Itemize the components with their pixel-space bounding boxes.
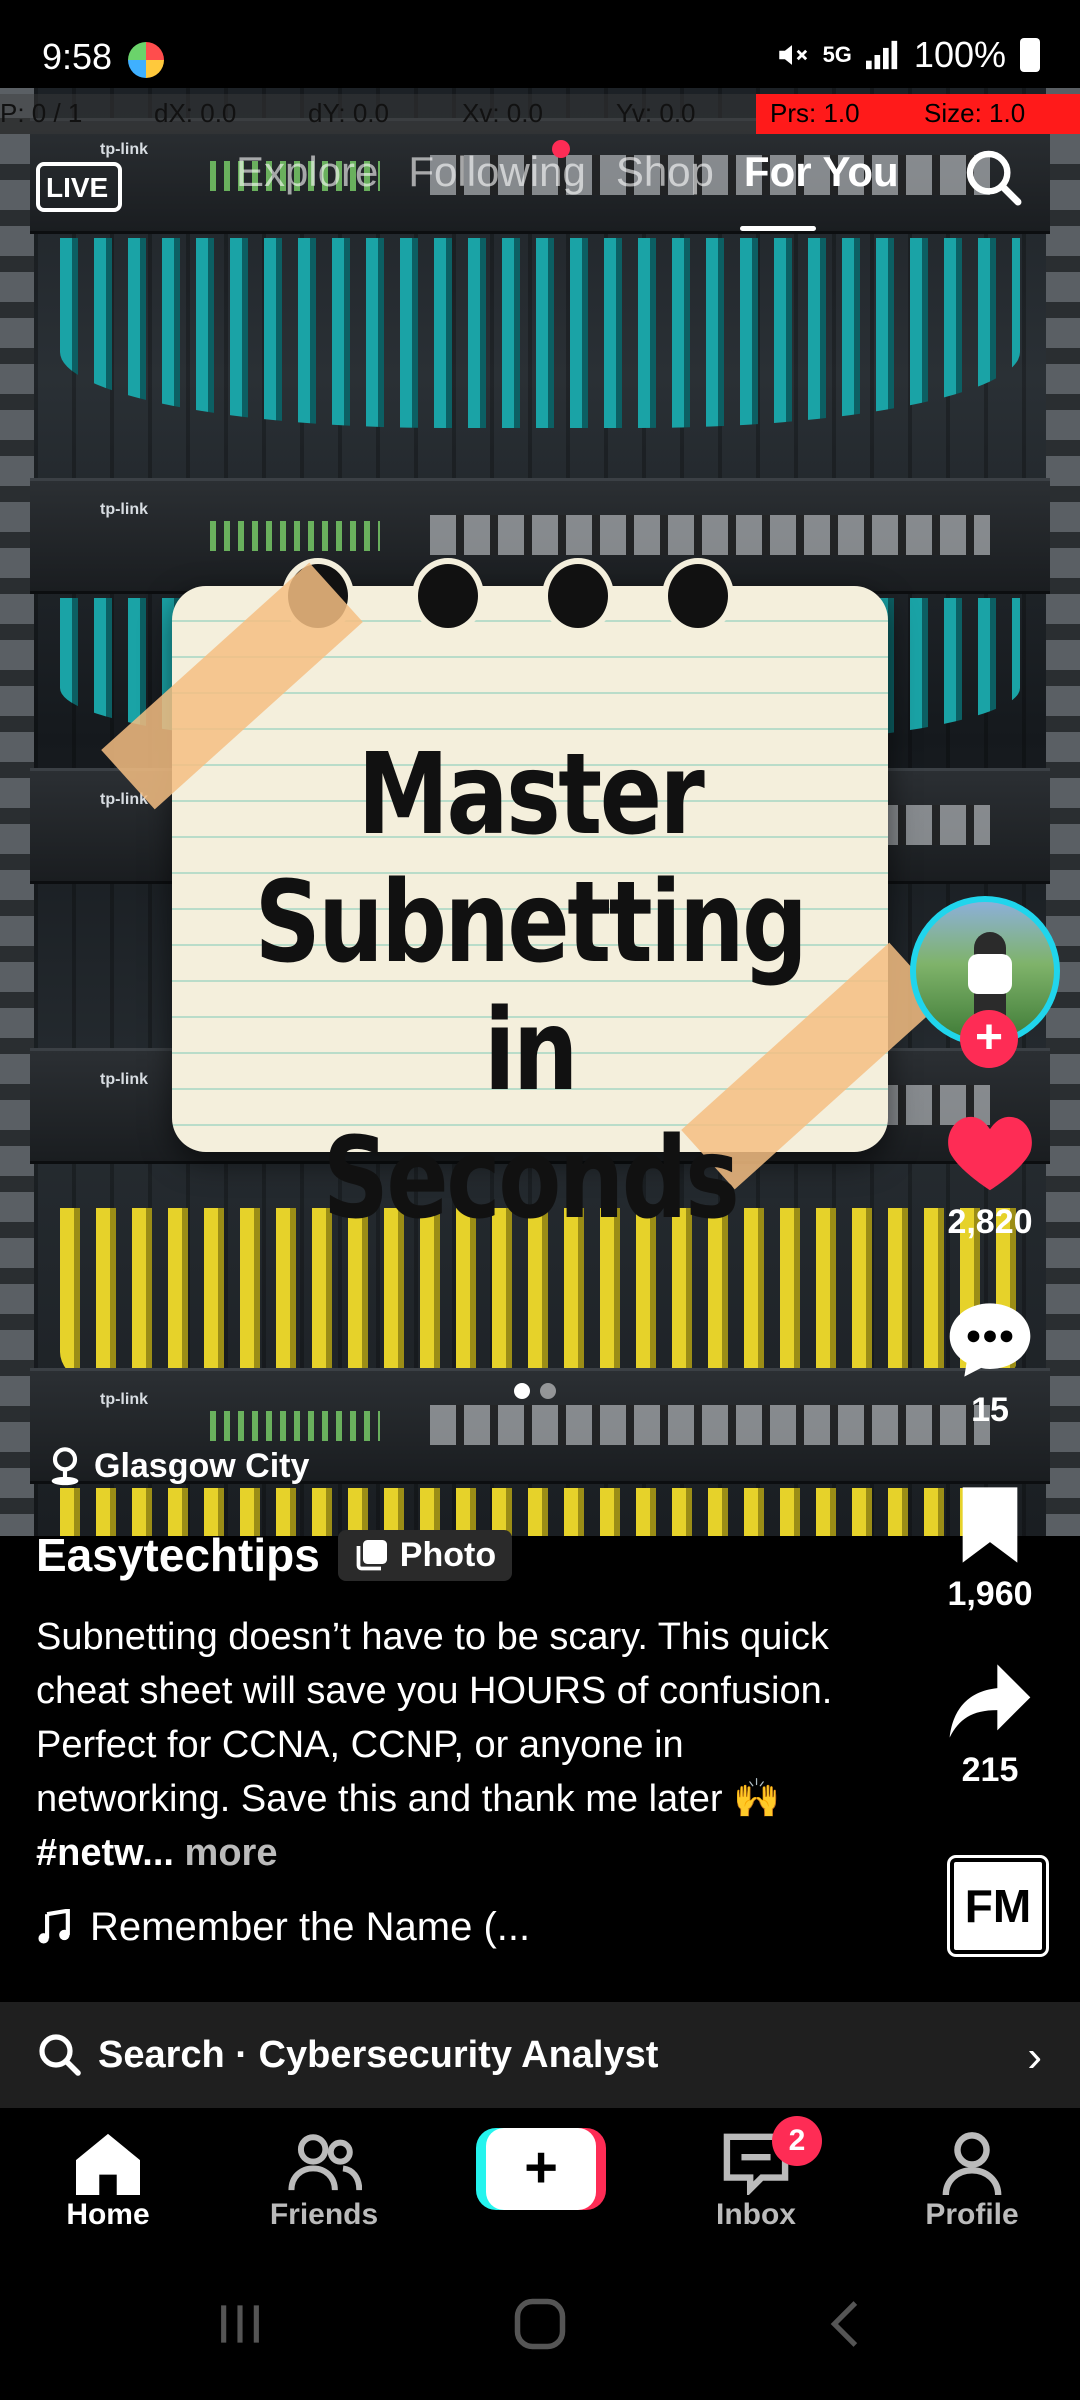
debug-pointer: P: 0 / 1 — [0, 98, 83, 128]
caption-hashtag[interactable]: #netw... — [36, 1832, 174, 1874]
pointer-debug-overlay: P: 0 / 1 dX: 0.0 dY: 0.0 Xv: 0.0 Yv: 0.0… — [0, 94, 1080, 134]
friends-icon — [288, 2134, 362, 2191]
back-icon[interactable] — [818, 2296, 874, 2352]
rack-rail-left — [0, 88, 34, 1536]
related-search-bar[interactable]: Search · Cybersecurity Analyst › — [0, 2002, 1080, 2108]
nav-home-label: Home — [66, 2198, 150, 2231]
photo-chip-label: Photo — [399, 1535, 497, 1574]
location-tag[interactable]: Glasgow City — [48, 1446, 309, 1486]
clock: 9:58 — [42, 36, 113, 77]
post-caption[interactable]: Subnetting doesn’t have to be scary. Thi… — [36, 1610, 856, 1880]
debug-dx: dX: 0.0 — [154, 98, 237, 128]
share-arrow-icon — [949, 1664, 1031, 1738]
signal-icon — [865, 40, 898, 70]
sound-disc-icon[interactable]: FM — [950, 1858, 1046, 1954]
like-count: 2,820 — [947, 1203, 1033, 1241]
save-button[interactable]: 1,960 — [930, 1484, 1050, 1614]
title-line: Seconds — [322, 1114, 740, 1244]
status-bar: 9:58 5G 100% — [0, 0, 1080, 88]
carousel-dot — [514, 1383, 530, 1399]
post-title: Master Subnetting in Seconds — [236, 731, 823, 1243]
comment-count: 15 — [971, 1391, 1009, 1429]
rack-rail-right — [1046, 88, 1080, 1536]
follow-button[interactable]: + — [960, 1010, 1018, 1068]
binder-ring — [662, 558, 734, 634]
system-nav-bar — [0, 2248, 1080, 2400]
carousel-indicator — [514, 1383, 556, 1399]
status-icons: 5G 100% — [775, 34, 1040, 76]
nav-profile-label: Profile — [925, 2198, 1019, 2231]
search-icon[interactable] — [962, 146, 1026, 210]
share-count: 215 — [961, 1751, 1019, 1789]
save-count: 1,960 — [947, 1575, 1033, 1613]
music-note-icon — [38, 1908, 70, 1944]
location-pin-icon — [51, 1447, 79, 1486]
network-type: 5G — [822, 42, 852, 67]
home-icon — [76, 2133, 140, 2195]
nav-profile[interactable]: Profile — [892, 2128, 1052, 2232]
shop-notification-dot — [552, 140, 570, 158]
title-line: Master — [357, 730, 705, 860]
caption-text: Subnetting doesn’t have to be scary. Thi… — [36, 1616, 833, 1820]
active-tab-indicator — [740, 226, 816, 231]
photo-stack-icon — [356, 1540, 387, 1571]
avatar-shirt — [968, 954, 1012, 994]
like-button[interactable]: 2,820 — [930, 1110, 1050, 1242]
debug-prs-box: Prs: 1.0 — [756, 94, 924, 134]
app-notification-icon — [128, 42, 164, 78]
teal-cable-bundle — [60, 238, 1020, 428]
live-button[interactable]: LIVE — [36, 152, 122, 212]
battery-percent: 100% — [913, 34, 1006, 75]
plus-icon: + — [486, 2128, 596, 2210]
tab-shop[interactable]: Shop — [616, 148, 714, 196]
title-line: Subnetting in — [254, 858, 808, 1116]
photo-mode-chip[interactable]: Photo — [337, 1529, 513, 1581]
nav-home[interactable]: Home — [28, 2128, 188, 2232]
binder-ring — [412, 558, 484, 634]
tab-explore[interactable]: Explore — [236, 148, 378, 196]
tab-for-you[interactable]: For You — [744, 148, 899, 196]
debug-size: Size: 1.0 — [924, 98, 1026, 128]
switch-unit: tp-link — [30, 478, 1050, 594]
nav-friends-label: Friends — [269, 2198, 379, 2231]
nav-inbox[interactable]: 2 Inbox — [676, 2116, 836, 2232]
creator-row: Easytechtips Photo — [36, 1528, 513, 1582]
location-label: Glasgow City — [94, 1446, 310, 1485]
title-card: Master Subnetting in Seconds — [101, 558, 943, 1243]
sound-link[interactable]: Remember the Name (... — [36, 1905, 530, 1950]
heart-icon — [948, 1116, 1032, 1191]
create-button[interactable]: + — [476, 2128, 606, 2210]
comment-icon — [949, 1303, 1031, 1377]
home-system-icon[interactable] — [510, 2294, 570, 2354]
bottom-nav: Home Friends + 2 Inbox Profile — [0, 2108, 1080, 2248]
live-label: LIVE — [46, 172, 109, 203]
battery-icon — [1020, 38, 1040, 72]
nav-inbox-label: Inbox — [716, 2198, 796, 2231]
nav-friends[interactable]: Friends — [244, 2128, 404, 2232]
carousel-dot — [540, 1383, 556, 1399]
search-icon — [39, 2034, 81, 2076]
bookmark-icon — [962, 1487, 1018, 1563]
debug-dy: dY: 0.0 — [308, 98, 389, 128]
sound-title: Remember the Name (... — [90, 1905, 531, 1949]
binder-ring — [542, 558, 614, 634]
profile-icon — [942, 2132, 1002, 2195]
debug-yv: Yv: 0.0 — [616, 98, 696, 128]
mute-icon — [778, 45, 807, 65]
debug-xv: Xv: 0.0 — [462, 98, 543, 128]
debug-prs: Prs: 1.0 — [770, 98, 860, 128]
share-button[interactable]: 215 — [930, 1660, 1050, 1790]
caption-more-link[interactable]: more — [185, 1832, 278, 1874]
related-search-label: Search · Cybersecurity Analyst — [98, 2033, 659, 2076]
recent-apps-icon[interactable] — [212, 2296, 268, 2352]
chevron-right-icon: › — [1027, 2032, 1042, 2081]
creator-username[interactable]: Easytechtips — [36, 1528, 320, 1582]
debug-size-box: Size: 1.0 — [920, 94, 1080, 134]
top-nav: LIVE Explore Following Shop For You — [0, 140, 1080, 231]
inbox-badge: 2 — [772, 2116, 822, 2166]
comment-button[interactable]: 15 — [930, 1298, 1050, 1430]
